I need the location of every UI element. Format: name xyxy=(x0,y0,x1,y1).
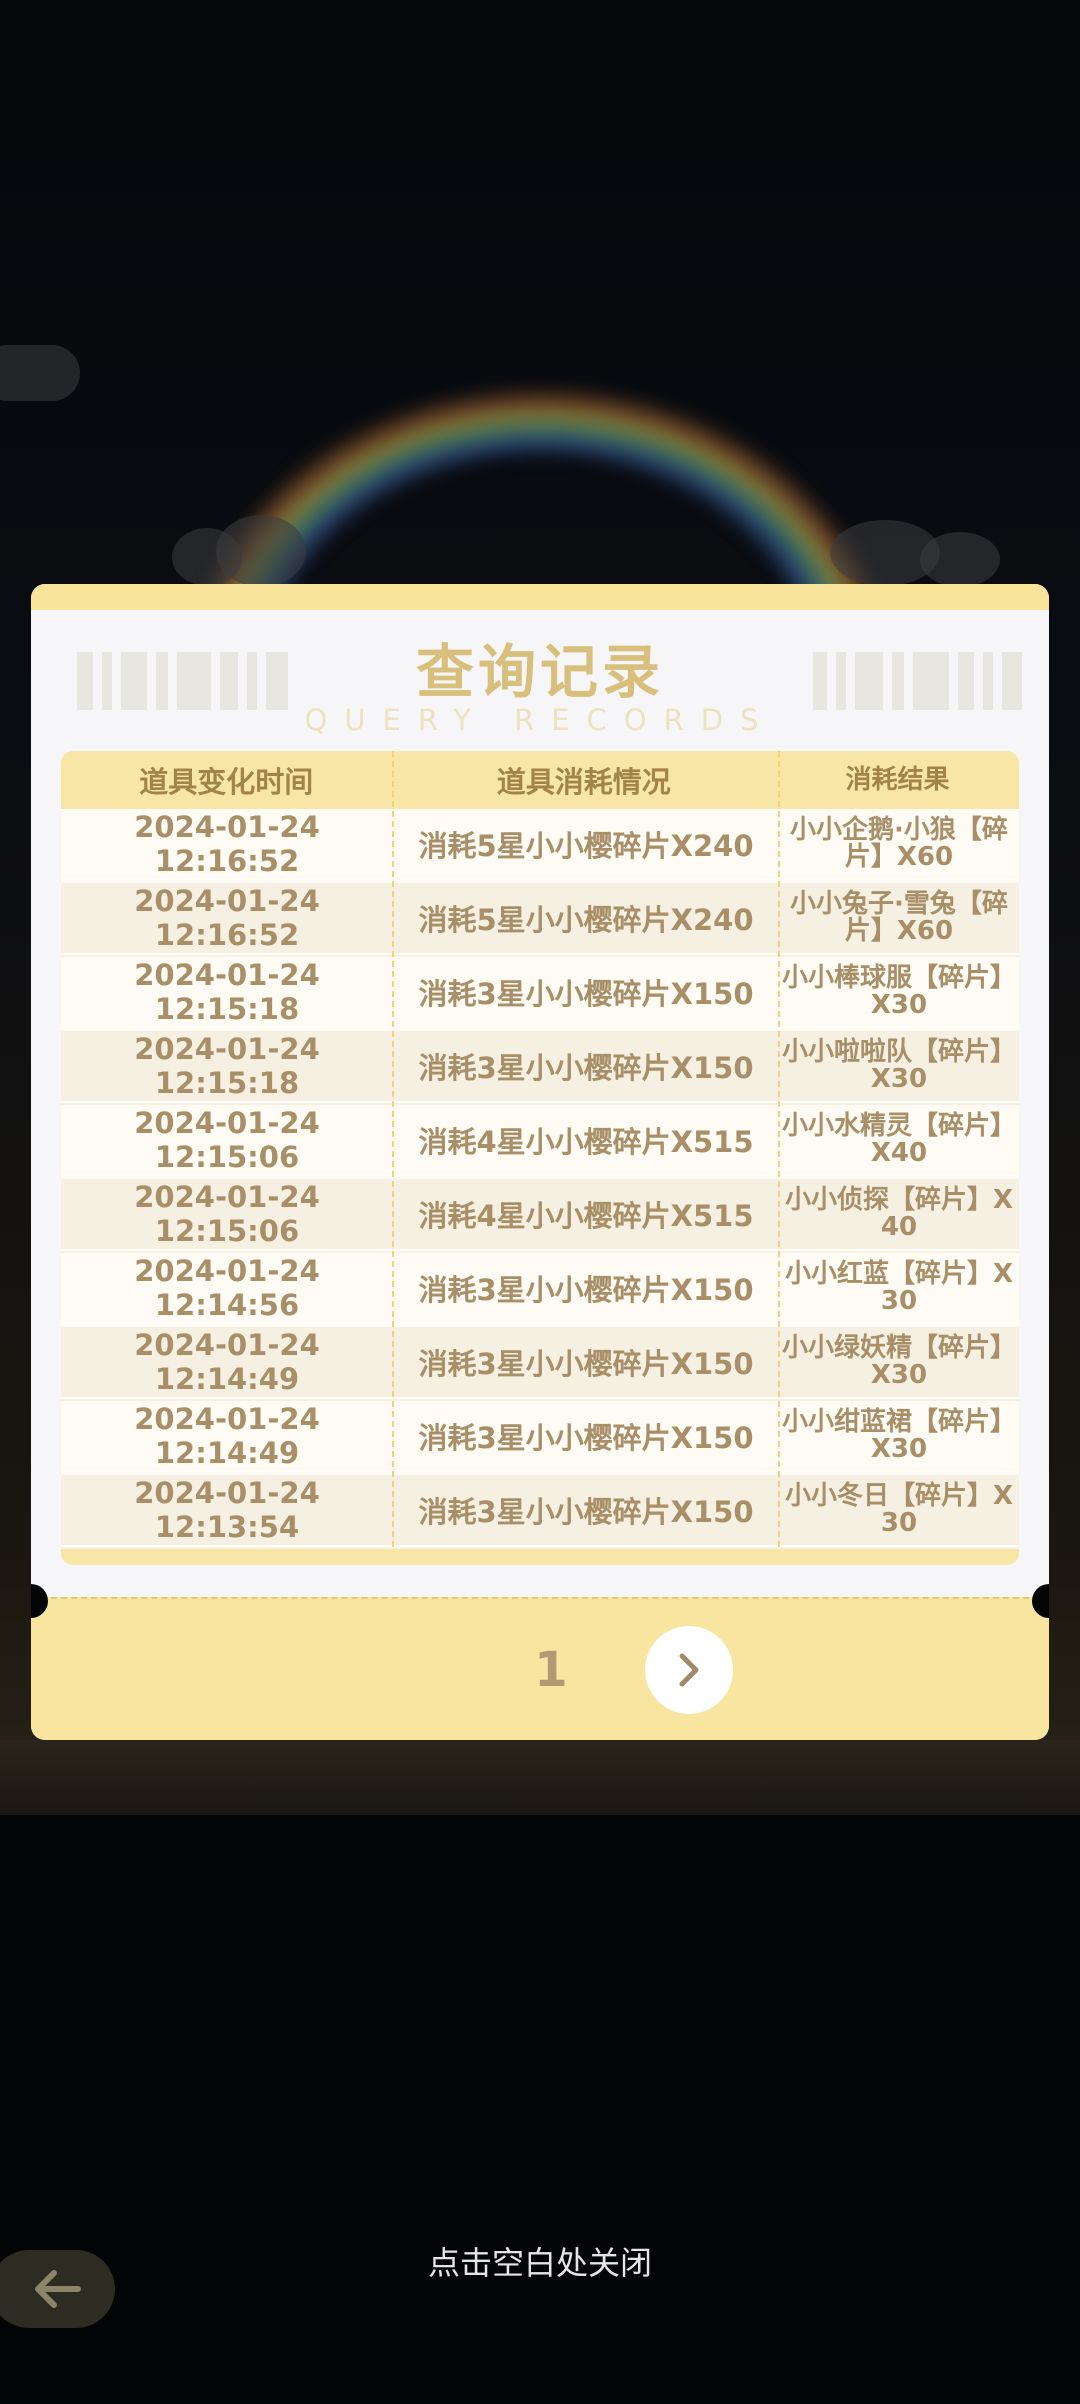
table-row: 2024-01-24 12:14:49 消耗3星小小樱碎片X150 小小绿妖精【… xyxy=(61,1327,1019,1401)
cell-consumption: 消耗4星小小樱碎片X515 xyxy=(393,1105,779,1177)
query-records-dialog: 查询记录 QUERY RECORDS 道具变化时间 道具消耗情况 消耗结果 20… xyxy=(31,584,1049,1740)
chevron-right-icon xyxy=(679,1653,699,1687)
header-consumption: 道具消耗情况 xyxy=(496,765,671,799)
column-divider xyxy=(392,751,394,1547)
table-row: 2024-01-24 12:14:56 消耗3星小小樱碎片X150 小小红蓝【碎… xyxy=(61,1253,1019,1327)
background-ground xyxy=(0,1740,1080,1815)
cell-time: 2024-01-24 12:14:49 xyxy=(61,1327,393,1399)
cell-result: 小小啦啦队【碎片】X30 xyxy=(779,1031,1019,1103)
back-button[interactable] xyxy=(0,2250,115,2328)
cell-result: 小小棒球服【碎片】X30 xyxy=(779,957,1019,1029)
table-row: 2024-01-24 12:13:54 消耗3星小小樱碎片X150 小小冬日【碎… xyxy=(61,1475,1019,1549)
table-row: 2024-01-24 12:15:18 消耗3星小小樱碎片X150 小小棒球服【… xyxy=(61,957,1019,1031)
cell-time: 2024-01-24 12:15:06 xyxy=(61,1179,393,1251)
cloud xyxy=(216,515,306,587)
cell-result: 小小红蓝【碎片】X30 xyxy=(779,1253,1019,1325)
cell-result: 小小绀蓝裙【碎片】X30 xyxy=(779,1401,1019,1473)
cell-time: 2024-01-24 12:14:56 xyxy=(61,1253,393,1325)
cell-consumption: 消耗5星小小樱碎片X240 xyxy=(393,809,779,881)
dialog-top-band xyxy=(31,584,1049,610)
table-row: 2024-01-24 12:15:06 消耗4星小小樱碎片X515 小小侦探【碎… xyxy=(61,1179,1019,1253)
column-divider xyxy=(778,751,780,1547)
table-row: 2024-01-24 12:16:52 消耗5星小小樱碎片X240 小小企鹅·小… xyxy=(61,809,1019,883)
dialog-subtitle: QUERY RECORDS xyxy=(304,703,776,737)
next-page-button[interactable] xyxy=(645,1626,733,1714)
table-body: 2024-01-24 12:16:52 消耗5星小小樱碎片X240 小小企鹅·小… xyxy=(61,809,1019,1549)
cell-consumption: 消耗3星小小樱碎片X150 xyxy=(393,1253,779,1325)
cell-consumption: 消耗4星小小樱碎片X515 xyxy=(393,1179,779,1251)
cell-time: 2024-01-24 12:13:54 xyxy=(61,1475,393,1547)
cell-consumption: 消耗3星小小樱碎片X150 xyxy=(393,1475,779,1547)
background-badge xyxy=(0,345,80,401)
close-hint[interactable]: 点击空白处关闭 xyxy=(0,2243,1080,2283)
cell-result: 小小侦探【碎片】X40 xyxy=(779,1179,1019,1251)
cell-time: 2024-01-24 12:16:52 xyxy=(61,883,393,955)
cloud xyxy=(920,532,1000,587)
cell-result: 小小冬日【碎片】X30 xyxy=(779,1475,1019,1547)
cell-time: 2024-01-24 12:14:49 xyxy=(61,1401,393,1473)
table-row: 2024-01-24 12:15:18 消耗3星小小樱碎片X150 小小啦啦队【… xyxy=(61,1031,1019,1105)
cell-time: 2024-01-24 12:15:06 xyxy=(61,1105,393,1177)
back-arrow-icon xyxy=(34,2270,81,2308)
table-row: 2024-01-24 12:14:49 消耗3星小小樱碎片X150 小小绀蓝裙【… xyxy=(61,1401,1019,1475)
cell-time: 2024-01-24 12:16:52 xyxy=(61,809,393,881)
page-number: 1 xyxy=(534,1642,568,1698)
table-row: 2024-01-24 12:15:06 消耗4星小小樱碎片X515 小小水精灵【… xyxy=(61,1105,1019,1179)
cell-result: 小小绿妖精【碎片】X30 xyxy=(779,1327,1019,1399)
header-time: 道具变化时间 xyxy=(139,765,314,799)
table-row: 2024-01-24 12:16:52 消耗5星小小樱碎片X240 小小兔子·雪… xyxy=(61,883,1019,957)
cell-consumption: 消耗5星小小樱碎片X240 xyxy=(393,883,779,955)
cell-consumption: 消耗3星小小樱碎片X150 xyxy=(393,1327,779,1399)
cell-result: 小小企鹅·小狼【碎片】X60 xyxy=(779,809,1019,881)
cell-result: 小小水精灵【碎片】X40 xyxy=(779,1105,1019,1177)
cell-time: 2024-01-24 12:15:18 xyxy=(61,957,393,1029)
header-result: 消耗结果 xyxy=(845,764,950,795)
cell-consumption: 消耗3星小小樱碎片X150 xyxy=(393,1401,779,1473)
cell-result: 小小兔子·雪兔【碎片】X60 xyxy=(779,883,1019,955)
cell-consumption: 消耗3星小小樱碎片X150 xyxy=(393,1031,779,1103)
cell-consumption: 消耗3星小小樱碎片X150 xyxy=(393,957,779,1029)
dialog-title: 查询记录 xyxy=(415,638,664,706)
table-header: 道具变化时间 道具消耗情况 消耗结果 xyxy=(61,751,1019,809)
records-table: 道具变化时间 道具消耗情况 消耗结果 2024-01-24 12:16:52 消… xyxy=(61,751,1019,1565)
cell-time: 2024-01-24 12:15:18 xyxy=(61,1031,393,1103)
